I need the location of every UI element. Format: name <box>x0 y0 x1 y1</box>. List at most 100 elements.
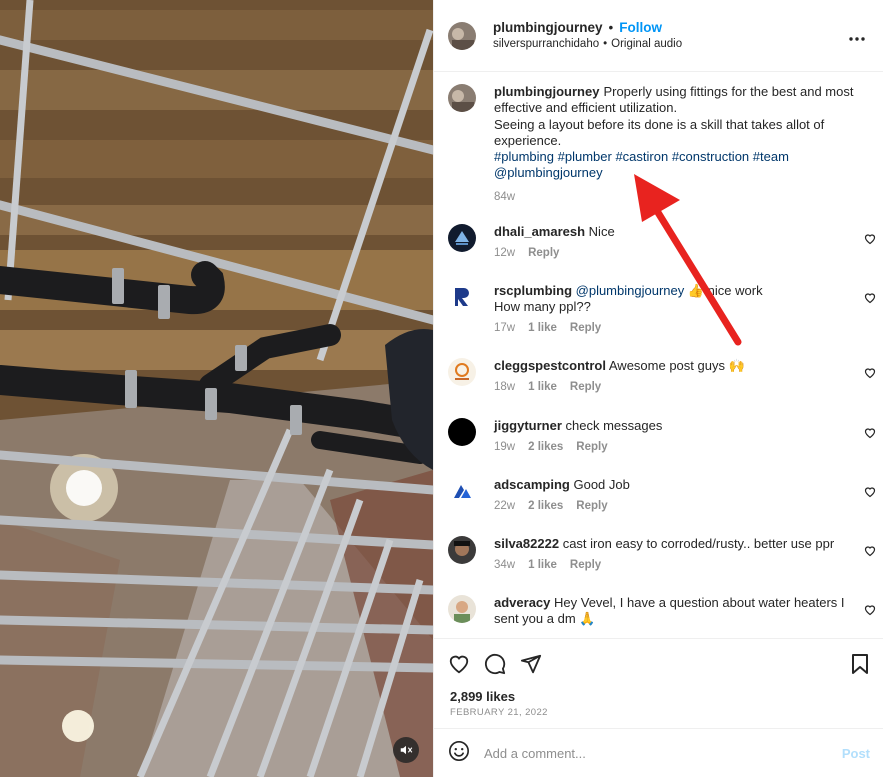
speech-bubble-icon <box>485 653 506 675</box>
caption-mention[interactable]: @plumbingjourney <box>494 165 603 180</box>
original-audio-link[interactable]: Original audio <box>611 36 682 53</box>
follow-button[interactable]: Follow <box>619 19 662 36</box>
post-details-panel: plumbingjourney • Follow silverspurranch… <box>433 0 883 777</box>
heart-icon <box>864 428 876 439</box>
heart-icon <box>864 546 876 557</box>
header-collab-user[interactable]: silverspurranchidaho <box>493 36 599 53</box>
post-header: plumbingjourney • Follow silverspurranch… <box>434 0 883 72</box>
commenter-avatar[interactable] <box>448 283 476 311</box>
likes-count[interactable]: 2,899 likes <box>450 689 515 704</box>
mute-toggle-button[interactable] <box>393 737 419 763</box>
caption-username[interactable]: plumbingjourney <box>494 84 599 99</box>
comment-likes[interactable]: 1 like <box>528 320 557 336</box>
commenter-avatar[interactable] <box>448 358 476 386</box>
author-avatar[interactable] <box>448 21 476 50</box>
comment-item: rscplumbing @plumbingjourney 👍 nice work… <box>448 283 876 336</box>
heart-icon <box>864 487 876 498</box>
commenter-avatar[interactable] <box>448 224 476 252</box>
comment-username[interactable]: adveracy <box>494 595 550 610</box>
post-caption: plumbingjourney Properly using fittings f… <box>448 84 873 205</box>
comment-likes[interactable]: 2 likes <box>528 439 563 455</box>
speaker-muted-icon <box>400 745 413 755</box>
post-actions: 2,899 likes FEBRUARY 21, 2022 <box>434 638 883 728</box>
add-comment-bar: Post <box>434 728 883 777</box>
reply-button[interactable]: Reply <box>570 379 601 395</box>
like-comment-button[interactable] <box>864 544 876 562</box>
comments-list[interactable]: plumbingjourney Properly using fittings f… <box>434 72 883 638</box>
bookmark-icon <box>852 654 868 674</box>
like-button[interactable] <box>448 653 470 680</box>
comment-age: 22w <box>494 500 516 512</box>
comment-button[interactable] <box>484 653 506 680</box>
reply-button[interactable]: Reply <box>570 557 601 573</box>
smiley-icon <box>449 740 469 761</box>
hashtag-castiron[interactable]: #castiron <box>615 149 668 164</box>
commenter-avatar[interactable] <box>448 477 476 505</box>
hashtag-plumbing[interactable]: #plumbing <box>494 149 554 164</box>
comment-item: cleggspestcontrol Awesome post guys 🙌 18… <box>448 358 876 395</box>
comment-item: adscamping Good Job 22w 2 likes Reply <box>448 477 876 514</box>
comment-age: 19w <box>494 441 516 453</box>
like-comment-button[interactable] <box>864 426 876 444</box>
comment-age: 17w <box>494 322 516 334</box>
reply-button[interactable]: Reply <box>576 439 607 455</box>
comment-text: cast iron easy to corroded/rusty.. bette… <box>562 536 835 551</box>
reply-button[interactable]: Reply <box>576 498 607 514</box>
like-comment-button[interactable] <box>864 485 876 503</box>
post-video[interactable] <box>0 0 433 777</box>
hashtag-team[interactable]: #team <box>753 149 789 164</box>
paper-plane-icon <box>520 654 542 674</box>
comment-age: 34w <box>494 559 516 571</box>
comment-mention[interactable]: @plumbingjourney <box>576 283 685 298</box>
comment-username[interactable]: silva82222 <box>494 536 559 551</box>
comment-text: Nice <box>588 224 615 239</box>
emoji-picker-button[interactable] <box>448 740 470 767</box>
hashtag-construction[interactable]: #construction <box>672 149 749 164</box>
comment-text: Good Job <box>573 477 630 492</box>
comment-age: 18w <box>494 381 516 393</box>
commenter-avatar[interactable] <box>448 595 476 623</box>
like-comment-button[interactable] <box>864 232 876 250</box>
header-dot: • <box>608 19 614 35</box>
like-comment-button[interactable] <box>864 366 876 384</box>
heart-icon <box>449 655 469 674</box>
comment-text: check messages <box>565 418 663 433</box>
comment-username[interactable]: dhali_amaresh <box>494 224 585 239</box>
comment-item: silva82222 cast iron easy to corroded/ru… <box>448 536 876 573</box>
comment-item: adveracy Hey Vevel, I have a question ab… <box>448 595 876 627</box>
heart-icon <box>864 368 876 379</box>
comment-username[interactable]: cleggspestcontrol <box>494 358 606 373</box>
comment-likes[interactable]: 2 likes <box>528 498 563 514</box>
share-button[interactable] <box>520 653 542 680</box>
post-date: FEBRUARY 21, 2022 <box>450 707 548 718</box>
hashtag-plumber[interactable]: #plumber <box>558 149 612 164</box>
commenter-avatar[interactable] <box>448 536 476 564</box>
caption-avatar[interactable] <box>448 84 476 112</box>
heart-icon <box>864 605 876 616</box>
comment-likes[interactable]: 1 like <box>528 557 557 573</box>
like-comment-button[interactable] <box>864 291 876 309</box>
comment-text: Awesome post guys 🙌 <box>608 358 745 373</box>
comment-username[interactable]: jiggyturner <box>494 418 562 433</box>
ellipsis-icon <box>849 37 865 41</box>
comment-username[interactable]: adscamping <box>494 477 570 492</box>
comment-item: jiggyturner check messages 19w 2 likes R… <box>448 418 876 455</box>
reply-button[interactable]: Reply <box>528 245 559 261</box>
heart-icon <box>864 234 876 245</box>
more-options-button[interactable] <box>849 29 865 47</box>
heart-icon <box>864 293 876 304</box>
commenter-avatar[interactable] <box>448 418 476 446</box>
caption-text-line2: Seeing a layout before its done is a ski… <box>494 116 825 148</box>
header-username[interactable]: plumbingjourney <box>493 19 603 36</box>
comment-item: dhali_amaresh Nice 12w Reply <box>448 224 876 261</box>
comment-username[interactable]: rscplumbing <box>494 283 572 298</box>
reply-button[interactable]: Reply <box>570 320 601 336</box>
comment-likes[interactable]: 1 like <box>528 379 557 395</box>
video-frame-ceiling-pipes <box>0 0 433 777</box>
comment-age: 12w <box>494 247 516 259</box>
comment-input[interactable] <box>484 745 824 761</box>
post-comment-button[interactable]: Post <box>842 746 870 761</box>
like-comment-button[interactable] <box>864 603 876 621</box>
save-button[interactable] <box>850 653 870 680</box>
header-subtitle-sep: • <box>603 37 608 50</box>
